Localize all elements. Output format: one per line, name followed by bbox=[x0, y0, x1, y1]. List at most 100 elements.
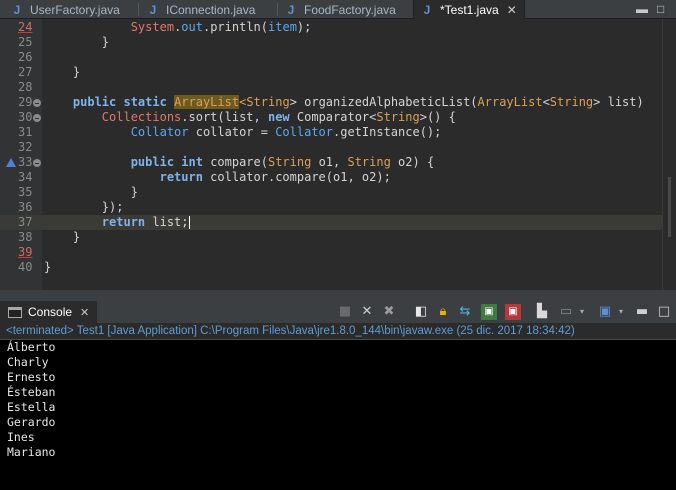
pin-console-icon[interactable]: ▙ bbox=[534, 304, 550, 320]
code-token: } bbox=[44, 35, 110, 49]
code-token: >() { bbox=[419, 110, 456, 124]
code-line[interactable]: 37 return list; bbox=[0, 215, 676, 230]
code-token: .println( bbox=[202, 20, 269, 34]
line-number: 27 bbox=[18, 65, 33, 79]
chevron-down-icon[interactable]: ▾ bbox=[574, 304, 590, 320]
code-token: Comparator< bbox=[296, 110, 377, 124]
code-token: .sort(list, bbox=[181, 110, 268, 124]
maximize-icon[interactable]: □ bbox=[657, 2, 664, 16]
show-console-on-stdout-icon[interactable]: ▣ bbox=[481, 304, 497, 320]
fold-toggle-icon[interactable] bbox=[33, 114, 41, 122]
code-line[interactable]: 26 bbox=[0, 50, 676, 65]
scroll-lock-icon[interactable]: 🔒︎ bbox=[435, 304, 451, 320]
editor-tab-bar: J UserFactory.java J IConnection.java J Foo… bbox=[0, 0, 676, 19]
fold-toggle-icon[interactable] bbox=[33, 159, 41, 167]
console-toolbar: Console ✕ ■ ✕ ✖ ◧ 🔒︎ ⇆ ▣ ▣ ▙ ▭ ▾ ▣ ▾ ▬ □ bbox=[0, 301, 676, 323]
code-token: ArrayList bbox=[477, 95, 543, 109]
clear-console-icon[interactable]: ◧ bbox=[413, 304, 429, 320]
editor-tab-foodfactory[interactable]: J FoodFactory.java bbox=[278, 0, 413, 19]
code-line[interactable]: 24 System.out.println(item); bbox=[0, 20, 676, 35]
view-splitter[interactable] bbox=[0, 290, 676, 301]
code-text: }); bbox=[44, 200, 124, 215]
code-token: return bbox=[101, 215, 153, 229]
line-number: 30 bbox=[18, 110, 33, 124]
fold-toggle-icon[interactable] bbox=[33, 99, 41, 107]
console-output-line: Ernesto bbox=[7, 370, 56, 384]
open-console-icon[interactable]: ▣ bbox=[597, 304, 613, 320]
code-token: public static bbox=[72, 95, 175, 109]
console-output[interactable]: Álberto Charly Ernesto Ésteban Estella Gerard… bbox=[0, 340, 676, 490]
word-wrap-icon[interactable]: ⇆ bbox=[457, 304, 473, 320]
editor-tab-test1[interactable]: J *Test1.java ✕ bbox=[413, 0, 525, 19]
terminate-icon[interactable]: ■ bbox=[337, 304, 353, 320]
code-token: new bbox=[267, 110, 297, 124]
code-token: String bbox=[549, 95, 594, 109]
show-console-on-stderr-icon[interactable]: ▣ bbox=[505, 304, 521, 320]
code-token: String bbox=[267, 155, 312, 169]
line-number: 37 bbox=[18, 215, 33, 229]
console-tab-label: Console bbox=[28, 305, 73, 319]
code-token: } bbox=[44, 260, 52, 274]
code-token: Collator bbox=[275, 125, 333, 139]
code-line[interactable]: 29 public static ArrayList<String> organ… bbox=[0, 95, 676, 110]
code-text: return collator.compare(o1, o2); bbox=[44, 170, 391, 185]
editor-vertical-scrollbar[interactable] bbox=[662, 19, 676, 290]
code-line[interactable]: 34 return collator.compare(o1, o2); bbox=[0, 170, 676, 185]
code-token: item bbox=[268, 20, 297, 34]
code-line[interactable]: 32 bbox=[0, 140, 676, 155]
override-marker-icon bbox=[6, 158, 16, 167]
code-line[interactable]: 31 Collator collator = Collator.getInsta… bbox=[0, 125, 676, 140]
code-token: collator = bbox=[188, 125, 276, 139]
console-status-line: <terminated> Test1 [Java Application] C:… bbox=[0, 323, 676, 340]
editor-tab-label: IConnection.java bbox=[166, 2, 256, 17]
code-text: Collator collator = Collator.getInstance… bbox=[44, 125, 442, 140]
minimize-icon[interactable]: ▬ bbox=[636, 2, 648, 16]
code-token: return bbox=[159, 170, 211, 184]
code-text: } bbox=[44, 260, 51, 275]
java-file-icon: J bbox=[149, 2, 157, 17]
chevron-down-icon[interactable]: ▾ bbox=[613, 304, 629, 320]
remove-launch-icon[interactable]: ✕ bbox=[359, 304, 375, 320]
scrollbar-thumb[interactable] bbox=[668, 177, 671, 237]
code-line[interactable]: 25 } bbox=[0, 35, 676, 50]
console-output-line: Gerardo bbox=[7, 415, 56, 429]
console-tab[interactable]: Console ✕ bbox=[0, 301, 97, 323]
console-icon bbox=[8, 306, 22, 318]
code-token: } bbox=[44, 185, 138, 199]
code-line[interactable]: 35 } bbox=[0, 185, 676, 200]
close-tab-icon[interactable]: ✕ bbox=[507, 3, 517, 17]
editor-tab-label: UserFactory.java bbox=[30, 2, 120, 17]
code-token: .getInstance(); bbox=[333, 125, 442, 139]
console-output-line: Mariano bbox=[7, 445, 56, 459]
java-file-icon: J bbox=[13, 2, 21, 17]
line-number: 38 bbox=[18, 230, 33, 244]
remove-all-terminated-icon[interactable]: ✖ bbox=[381, 304, 397, 320]
java-file-icon: J bbox=[287, 2, 295, 17]
code-token: String bbox=[347, 155, 391, 169]
code-text: public static ArrayList<String> organize… bbox=[44, 95, 644, 110]
editor-tab-iconnection[interactable]: J IConnection.java bbox=[139, 0, 277, 19]
code-token: collator.compare(o1, o2); bbox=[210, 170, 391, 184]
code-token: compare( bbox=[210, 155, 268, 169]
code-text: } bbox=[44, 35, 109, 50]
code-line[interactable]: 40} bbox=[0, 260, 676, 275]
code-text: } bbox=[44, 185, 138, 200]
code-line[interactable]: 27 } bbox=[0, 65, 676, 80]
code-editor[interactable]: 24 System.out.println(item); 25 } 26 27 } 28… bbox=[0, 19, 676, 290]
code-line[interactable]: 28 bbox=[0, 80, 676, 95]
code-line[interactable]: 39 bbox=[0, 245, 676, 260]
close-console-icon[interactable]: ✕ bbox=[80, 306, 89, 319]
code-line[interactable]: 30 Collections.sort(list, new Comparator… bbox=[0, 110, 676, 125]
code-line[interactable]: 38 } bbox=[0, 230, 676, 245]
code-line[interactable]: 33 public int compare(String o1, String … bbox=[0, 155, 676, 170]
display-selected-console-icon[interactable]: ▭ bbox=[558, 304, 574, 320]
code-text: Collections.sort(list, new Comparator<St… bbox=[44, 110, 456, 125]
editor-tab-userfactory[interactable]: J UserFactory.java bbox=[0, 0, 138, 19]
minimize-icon[interactable]: ▬ bbox=[634, 304, 650, 320]
code-line[interactable]: 36 }); bbox=[0, 200, 676, 215]
code-token: Collections bbox=[101, 110, 182, 124]
maximize-icon[interactable]: □ bbox=[656, 304, 672, 320]
